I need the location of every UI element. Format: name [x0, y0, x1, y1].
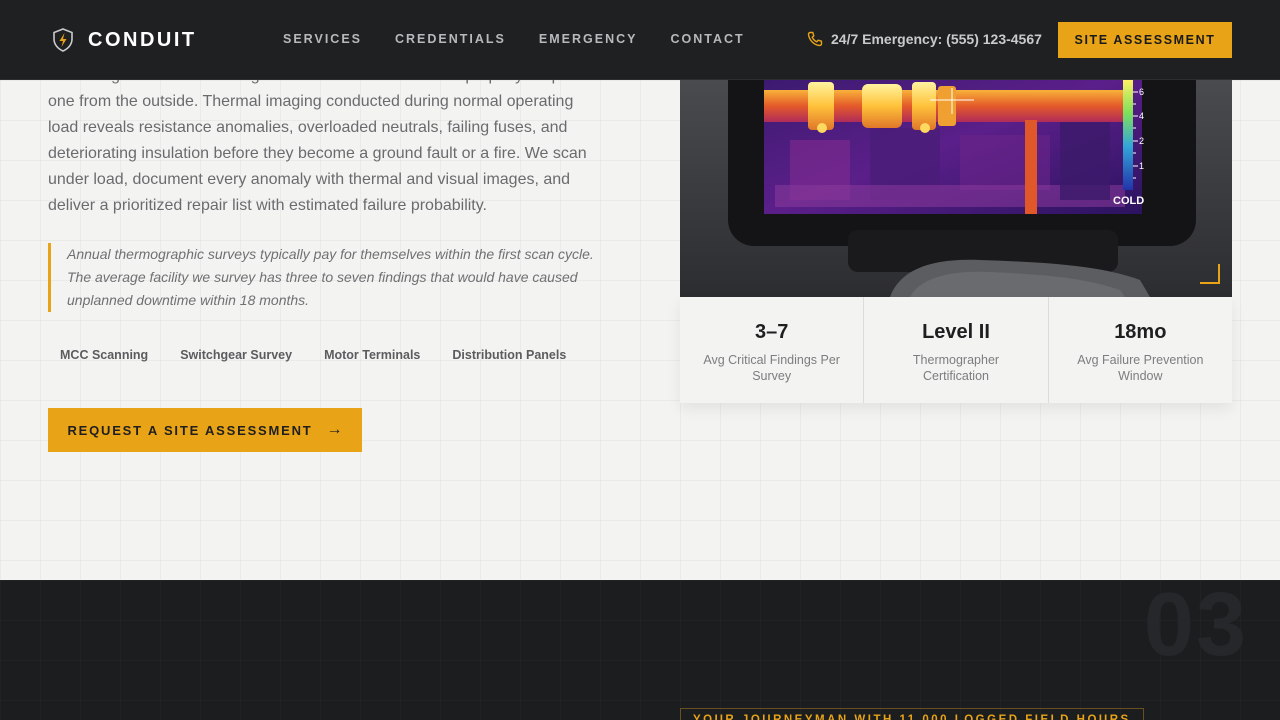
stat-findings: 3–7 Avg Critical Findings Per Survey — [680, 297, 865, 403]
stat-label: Thermographer Certification — [912, 353, 1000, 383]
stat-certification: Level II Thermographer Certification — [864, 297, 1049, 403]
site-header: CONDUIT SERVICES CREDENTIALS EMERGENCY C… — [0, 0, 1280, 80]
brand-name: CONDUIT — [88, 28, 197, 51]
section-badge: YOUR JOURNEYMAN WITH 11,000 LOGGED FIELD… — [680, 708, 1144, 720]
section-number: 03 — [1143, 575, 1248, 675]
tag-switchgear-survey[interactable]: Switchgear Survey — [168, 342, 304, 368]
main-nav: SERVICES CREDENTIALS EMERGENCY CONTACT — [283, 32, 778, 46]
service-tags: MCC Scanning Switchgear Survey Motor Ter… — [48, 342, 586, 368]
site-assessment-button[interactable]: SITE ASSESSMENT — [1058, 22, 1232, 58]
scale-tick-1: 1 — [1139, 161, 1144, 171]
scale-tick-2: 2 — [1139, 136, 1144, 146]
tag-motor-terminals[interactable]: Motor Terminals — [312, 342, 432, 368]
description-body: one from the outside. Thermal imaging co… — [48, 93, 587, 214]
stat-value: 3–7 — [754, 321, 789, 343]
nav-emergency[interactable]: EMERGENCY — [539, 32, 638, 46]
arrow-right-icon: → — [326, 421, 343, 438]
request-assessment-label: REQUEST A SITE ASSESSMENT — [67, 422, 313, 438]
callout-quote: Annual thermographic surveys typically p… — [48, 243, 608, 312]
request-assessment-button[interactable]: REQUEST A SITE ASSESSMENT → — [48, 408, 362, 452]
phone-icon — [807, 31, 823, 47]
stats-bar: 3–7 Avg Critical Findings Per Survey Lev… — [680, 297, 1232, 403]
stat-value: Level II — [922, 321, 990, 343]
service-description: Phase-leg connection running at 200°F lo… — [48, 63, 608, 219]
thermal-illustration: 6 4 2 1 COLD — [680, 80, 1232, 297]
nav-credentials[interactable]: CREDENTIALS — [395, 32, 506, 46]
next-section: 03 YOUR JOURNEYMAN WITH 11,000 LOGGED FI… — [0, 580, 1280, 720]
stat-value: 18mo — [1114, 321, 1167, 343]
thermal-camera-image: 6 4 2 1 COLD — [680, 80, 1232, 297]
image-corner-accent — [1200, 264, 1220, 284]
brand-logo[interactable]: CONDUIT — [52, 28, 197, 52]
phone-text: 24/7 Emergency: (555) 123-4567 — [831, 31, 1042, 47]
tag-mcc-scanning[interactable]: MCC Scanning — [48, 342, 160, 368]
stat-prevention-window: 18mo Avg Failure Prevention Window — [1049, 297, 1232, 403]
shield-bolt-icon — [53, 28, 73, 52]
stat-label: Avg Critical Findings Per Survey — [703, 353, 840, 383]
tag-distribution-panels[interactable]: Distribution Panels — [440, 342, 578, 368]
stat-label: Avg Failure Prevention Window — [1077, 353, 1204, 383]
nav-contact[interactable]: CONTACT — [670, 32, 744, 46]
emergency-phone[interactable]: 24/7 Emergency: (555) 123-4567 — [807, 31, 1042, 47]
nav-services[interactable]: SERVICES — [283, 32, 362, 46]
scale-tick-6: 6 — [1139, 87, 1144, 97]
scale-label-cold: COLD — [1113, 195, 1144, 207]
scale-tick-4: 4 — [1139, 111, 1144, 121]
